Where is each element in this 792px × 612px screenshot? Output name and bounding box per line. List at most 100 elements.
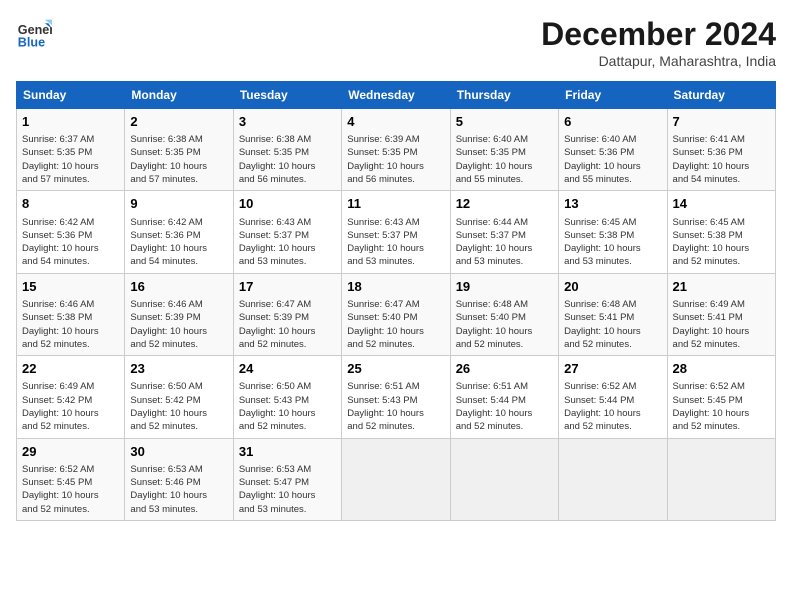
calendar-cell: 3 Sunrise: 6:38 AM Sunset: 5:35 PM Daylig… <box>233 109 341 191</box>
day-detail: Sunrise: 6:45 AM Sunset: 5:38 PM Dayligh… <box>564 216 661 269</box>
calendar-cell: 24 Sunrise: 6:50 AM Sunset: 5:43 PM Dayli… <box>233 356 341 438</box>
calendar-cell <box>667 438 775 520</box>
calendar-cell: 7 Sunrise: 6:41 AM Sunset: 5:36 PM Daylig… <box>667 109 775 191</box>
day-number: 27 <box>564 360 661 378</box>
day-number: 23 <box>130 360 227 378</box>
weekday-header: Saturday <box>667 82 775 109</box>
day-number: 15 <box>22 278 119 296</box>
calendar-cell: 1 Sunrise: 6:37 AM Sunset: 5:35 PM Daylig… <box>17 109 125 191</box>
weekday-header: Sunday <box>17 82 125 109</box>
day-number: 25 <box>347 360 444 378</box>
calendar-cell: 12 Sunrise: 6:44 AM Sunset: 5:37 PM Dayli… <box>450 191 558 273</box>
weekday-header: Tuesday <box>233 82 341 109</box>
page-header: General Blue December 2024 Dattapur, Mah… <box>16 16 776 69</box>
calendar-cell: 14Sunrise: 6:45 AM Sunset: 5:38 PM Dayli… <box>667 191 775 273</box>
day-number: 10 <box>239 195 336 213</box>
day-number: 7 <box>673 113 770 131</box>
day-detail: Sunrise: 6:52 AM Sunset: 5:45 PM Dayligh… <box>673 380 770 433</box>
day-detail: Sunrise: 6:45 AM Sunset: 5:38 PM Dayligh… <box>673 216 770 269</box>
day-detail: Sunrise: 6:52 AM Sunset: 5:45 PM Dayligh… <box>22 463 119 516</box>
day-number: 12 <box>456 195 553 213</box>
day-number: 24 <box>239 360 336 378</box>
day-number: 22 <box>22 360 119 378</box>
day-number: 2 <box>130 113 227 131</box>
calendar-cell: 30 Sunrise: 6:53 AM Sunset: 5:46 PM Dayli… <box>125 438 233 520</box>
calendar-cell: 27 Sunrise: 6:52 AM Sunset: 5:44 PM Dayli… <box>559 356 667 438</box>
calendar-cell: 18 Sunrise: 6:47 AM Sunset: 5:40 PM Dayli… <box>342 273 450 355</box>
calendar-cell: 22 Sunrise: 6:49 AM Sunset: 5:42 PM Dayli… <box>17 356 125 438</box>
month-title: December 2024 <box>541 16 776 53</box>
day-detail: Sunrise: 6:49 AM Sunset: 5:41 PM Dayligh… <box>673 298 770 351</box>
day-number: 5 <box>456 113 553 131</box>
day-number: 8 <box>22 195 119 213</box>
calendar-table: SundayMondayTuesdayWednesdayThursdayFrid… <box>16 81 776 521</box>
day-detail: Sunrise: 6:53 AM Sunset: 5:46 PM Dayligh… <box>130 463 227 516</box>
calendar-cell: 2 Sunrise: 6:38 AM Sunset: 5:35 PM Daylig… <box>125 109 233 191</box>
day-number: 19 <box>456 278 553 296</box>
title-block: December 2024 Dattapur, Maharashtra, Ind… <box>541 16 776 69</box>
calendar-cell: 19 Sunrise: 6:48 AM Sunset: 5:40 PM Dayli… <box>450 273 558 355</box>
day-number: 26 <box>456 360 553 378</box>
day-detail: Sunrise: 6:49 AM Sunset: 5:42 PM Dayligh… <box>22 380 119 433</box>
day-detail: Sunrise: 6:41 AM Sunset: 5:36 PM Dayligh… <box>673 133 770 186</box>
day-detail: Sunrise: 6:42 AM Sunset: 5:36 PM Dayligh… <box>130 216 227 269</box>
calendar-cell: 29 Sunrise: 6:52 AM Sunset: 5:45 PM Dayli… <box>17 438 125 520</box>
day-detail: Sunrise: 6:38 AM Sunset: 5:35 PM Dayligh… <box>130 133 227 186</box>
logo: General Blue <box>16 16 52 52</box>
location-subtitle: Dattapur, Maharashtra, India <box>541 53 776 69</box>
day-number: 1 <box>22 113 119 131</box>
svg-text:Blue: Blue <box>18 36 45 50</box>
calendar-cell: 16Sunrise: 6:46 AM Sunset: 5:39 PM Dayli… <box>125 273 233 355</box>
calendar-cell: 13 Sunrise: 6:45 AM Sunset: 5:38 PM Dayli… <box>559 191 667 273</box>
day-number: 3 <box>239 113 336 131</box>
day-number: 9 <box>130 195 227 213</box>
day-number: 31 <box>239 443 336 461</box>
calendar-cell: 28Sunrise: 6:52 AM Sunset: 5:45 PM Dayli… <box>667 356 775 438</box>
weekday-header: Friday <box>559 82 667 109</box>
day-detail: Sunrise: 6:51 AM Sunset: 5:43 PM Dayligh… <box>347 380 444 433</box>
day-detail: Sunrise: 6:44 AM Sunset: 5:37 PM Dayligh… <box>456 216 553 269</box>
day-detail: Sunrise: 6:43 AM Sunset: 5:37 PM Dayligh… <box>239 216 336 269</box>
day-number: 18 <box>347 278 444 296</box>
day-detail: Sunrise: 6:47 AM Sunset: 5:39 PM Dayligh… <box>239 298 336 351</box>
weekday-header: Thursday <box>450 82 558 109</box>
calendar-cell: 10 Sunrise: 6:43 AM Sunset: 5:37 PM Dayli… <box>233 191 341 273</box>
day-number: 13 <box>564 195 661 213</box>
day-detail: Sunrise: 6:51 AM Sunset: 5:44 PM Dayligh… <box>456 380 553 433</box>
day-detail: Sunrise: 6:50 AM Sunset: 5:42 PM Dayligh… <box>130 380 227 433</box>
day-detail: Sunrise: 6:48 AM Sunset: 5:40 PM Dayligh… <box>456 298 553 351</box>
day-detail: Sunrise: 6:37 AM Sunset: 5:35 PM Dayligh… <box>22 133 119 186</box>
day-number: 17 <box>239 278 336 296</box>
weekday-header: Wednesday <box>342 82 450 109</box>
day-detail: Sunrise: 6:48 AM Sunset: 5:41 PM Dayligh… <box>564 298 661 351</box>
day-number: 30 <box>130 443 227 461</box>
day-detail: Sunrise: 6:43 AM Sunset: 5:37 PM Dayligh… <box>347 216 444 269</box>
calendar-cell: 17 Sunrise: 6:47 AM Sunset: 5:39 PM Dayli… <box>233 273 341 355</box>
calendar-cell: 5 Sunrise: 6:40 AM Sunset: 5:35 PM Daylig… <box>450 109 558 191</box>
calendar-cell <box>342 438 450 520</box>
calendar-cell: 26 Sunrise: 6:51 AM Sunset: 5:44 PM Dayli… <box>450 356 558 438</box>
day-detail: Sunrise: 6:40 AM Sunset: 5:35 PM Dayligh… <box>456 133 553 186</box>
day-detail: Sunrise: 6:38 AM Sunset: 5:35 PM Dayligh… <box>239 133 336 186</box>
day-number: 6 <box>564 113 661 131</box>
day-number: 21 <box>673 278 770 296</box>
day-detail: Sunrise: 6:52 AM Sunset: 5:44 PM Dayligh… <box>564 380 661 433</box>
day-number: 11 <box>347 195 444 213</box>
day-number: 16 <box>130 278 227 296</box>
day-number: 29 <box>22 443 119 461</box>
calendar-cell: 8 Sunrise: 6:42 AM Sunset: 5:36 PM Daylig… <box>17 191 125 273</box>
calendar-cell: 25 Sunrise: 6:51 AM Sunset: 5:43 PM Dayli… <box>342 356 450 438</box>
calendar-cell: 9 Sunrise: 6:42 AM Sunset: 5:36 PM Daylig… <box>125 191 233 273</box>
weekday-header: Monday <box>125 82 233 109</box>
day-detail: Sunrise: 6:50 AM Sunset: 5:43 PM Dayligh… <box>239 380 336 433</box>
day-detail: Sunrise: 6:47 AM Sunset: 5:40 PM Dayligh… <box>347 298 444 351</box>
day-detail: Sunrise: 6:42 AM Sunset: 5:36 PM Dayligh… <box>22 216 119 269</box>
logo-icon: General Blue <box>16 16 52 52</box>
calendar-cell: 4 Sunrise: 6:39 AM Sunset: 5:35 PM Daylig… <box>342 109 450 191</box>
calendar-cell: 6 Sunrise: 6:40 AM Sunset: 5:36 PM Daylig… <box>559 109 667 191</box>
day-detail: Sunrise: 6:39 AM Sunset: 5:35 PM Dayligh… <box>347 133 444 186</box>
day-detail: Sunrise: 6:40 AM Sunset: 5:36 PM Dayligh… <box>564 133 661 186</box>
day-detail: Sunrise: 6:53 AM Sunset: 5:47 PM Dayligh… <box>239 463 336 516</box>
calendar-cell: 15Sunrise: 6:46 AM Sunset: 5:38 PM Dayli… <box>17 273 125 355</box>
day-number: 4 <box>347 113 444 131</box>
